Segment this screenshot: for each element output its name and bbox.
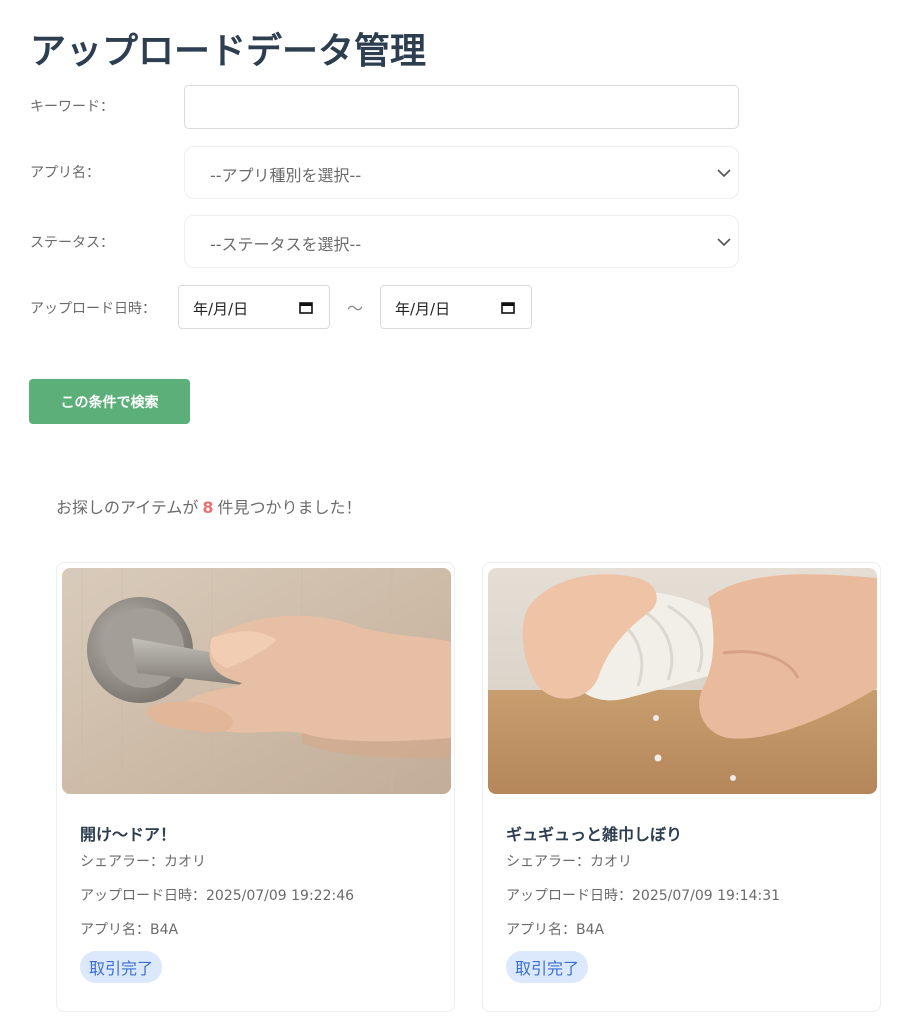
date-from-value: 年/月/日 [193,300,249,318]
card-title[interactable]: ギュギュっと雑巾しぼり [506,821,682,845]
result-message: お探しのアイテムが 8 件見つかりました！ [56,494,362,518]
status-label: ステータス： [30,235,114,251]
card-image-wringing-cloth[interactable] [488,568,877,794]
keyword-input[interactable] [184,85,739,129]
card-sharer: シェアラー：カオリ [80,854,206,870]
result-suffix: 件見つかりました！ [217,498,362,517]
card-app-name: アプリ名：B4A [80,922,179,938]
app-name-label: アプリ名： [30,165,100,181]
card-upload-date: アップロード日時：2025/07/09 19:14:31 [506,888,781,904]
status-select-value: --ステータスを選択-- [210,235,362,254]
result-card[interactable]: ギュギュっと雑巾しぼり シェアラー：カオリ アップロード日時：2025/07/0… [482,562,881,1012]
upload-date-label: アップロード日時： [30,301,156,317]
date-from-input[interactable]: 年/月/日 [178,285,330,329]
date-to-input[interactable]: 年/月/日 [380,285,532,329]
app-type-select[interactable]: --アプリ種別を選択-- [184,146,739,199]
result-count: 8 [202,498,214,517]
card-title[interactable]: 開け〜ドア！ [80,821,176,845]
date-range-separator: 〜 [347,299,364,318]
calendar-icon[interactable] [299,301,313,314]
card-image-door-handle[interactable] [62,568,451,794]
card-app-name: アプリ名：B4A [506,922,605,938]
result-card[interactable]: 開け〜ドア！ シェアラー：カオリ アップロード日時：2025/07/09 19:… [56,562,455,1012]
keyword-label: キーワード： [30,99,114,115]
status-badge: 取引完了 [506,951,589,983]
date-to-value: 年/月/日 [395,300,451,318]
calendar-icon[interactable] [501,301,515,314]
app-type-select-value: --アプリ種別を選択-- [210,166,362,185]
page-title: アップロードデータ管理 [30,31,427,72]
card-upload-date: アップロード日時：2025/07/09 19:22:46 [80,888,355,904]
result-prefix: お探しのアイテムが [56,498,199,517]
status-select[interactable]: --ステータスを選択-- [184,215,739,268]
status-badge: 取引完了 [80,951,163,983]
chevron-down-icon [717,238,731,247]
card-sharer: シェアラー：カオリ [506,854,632,870]
search-button[interactable]: この条件で検索 [29,379,190,424]
chevron-down-icon [717,169,731,178]
